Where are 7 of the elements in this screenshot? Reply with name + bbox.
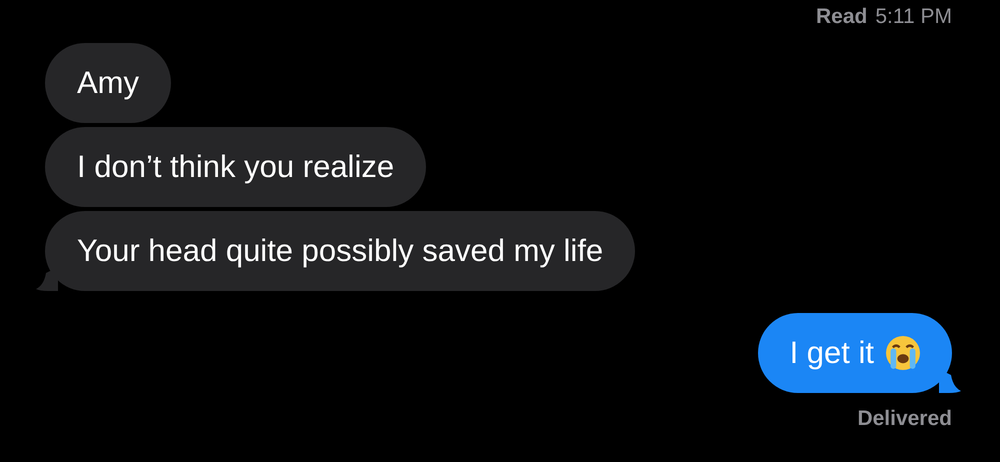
delivered-status: Delivered — [857, 407, 952, 431]
read-label: Read — [816, 4, 868, 30]
incoming-message-bubble: Your head quite possibly saved my life — [45, 211, 636, 291]
incoming-message-bubble: I don’t think you realize — [45, 127, 426, 207]
outgoing-message-bubble: I get it — [758, 313, 952, 393]
incoming-message-bubble: Amy — [45, 43, 171, 123]
read-time: 5:11 PM — [875, 4, 952, 30]
